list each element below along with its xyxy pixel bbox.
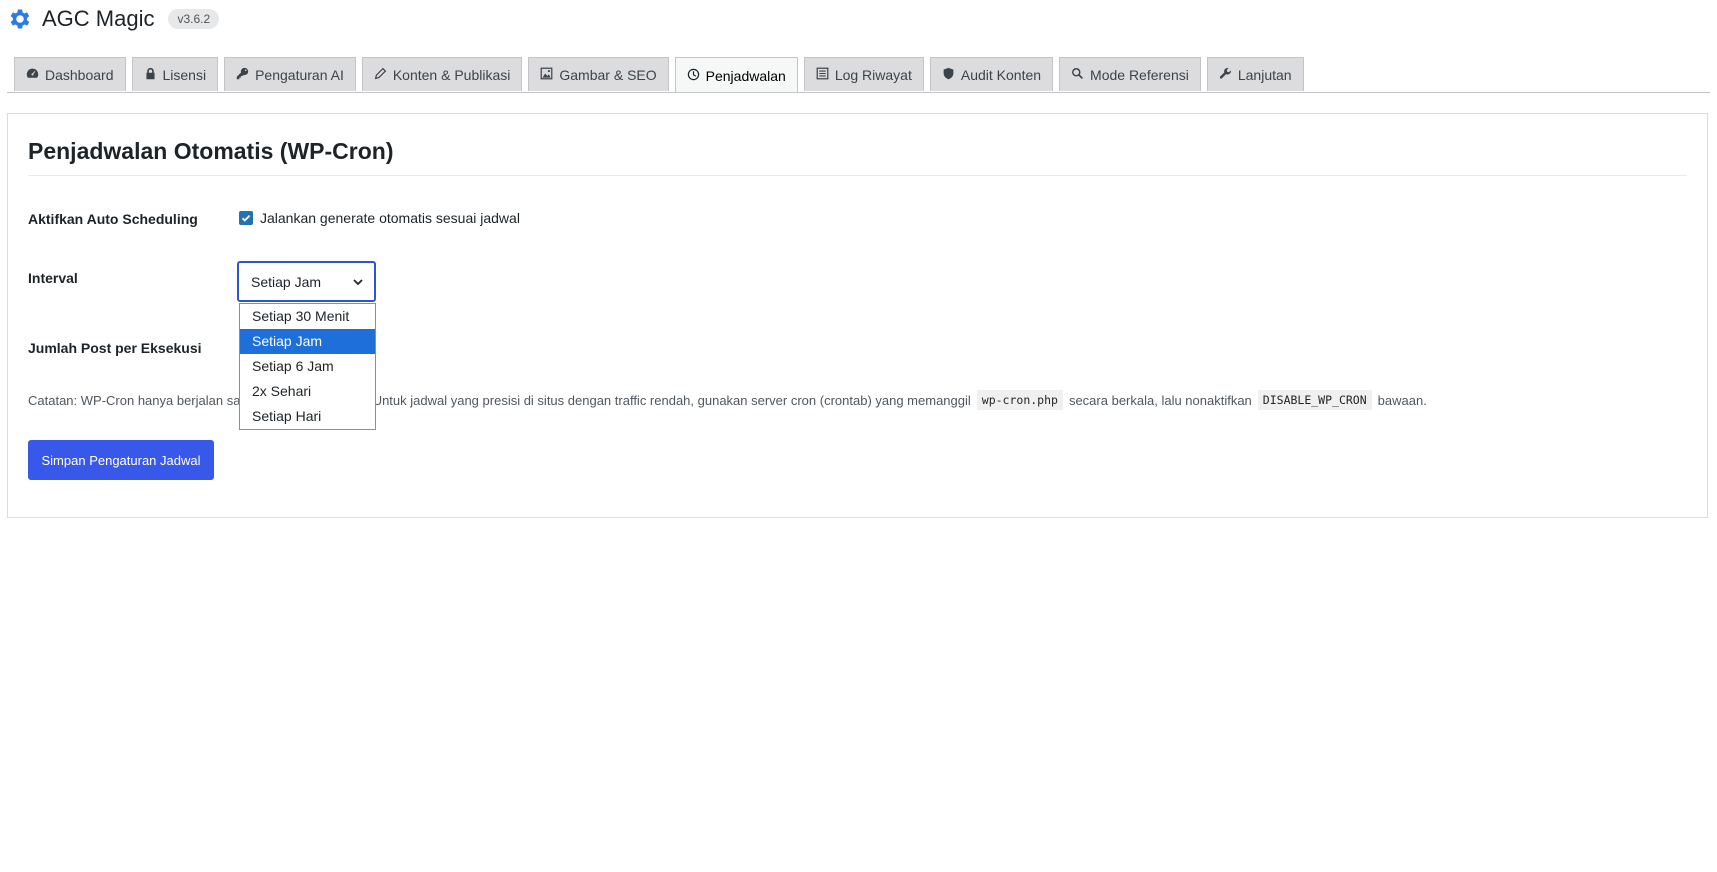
tab-audit-konten[interactable]: Audit Konten xyxy=(929,57,1054,91)
interval-option[interactable]: Setiap 6 Jam xyxy=(240,354,375,379)
tab-penjadwalan[interactable]: Penjadwalan xyxy=(674,57,798,93)
tab-log-riwayat[interactable]: Log Riwayat xyxy=(803,57,924,91)
jumlah-post-label: Jumlah Post per Eksekusi xyxy=(28,340,202,356)
interval-select[interactable]: Setiap Jam xyxy=(237,261,376,302)
tab-label: Dashboard xyxy=(45,66,114,83)
tab-label: Penjadwalan xyxy=(705,67,786,84)
interval-dropdown-list: Setiap 30 Menit Setiap Jam Setiap 6 Jam … xyxy=(239,303,376,430)
tab-bar: Dashboard Lisensi Pengaturan AI Konten &… xyxy=(14,57,1304,93)
gear-icon xyxy=(7,6,33,32)
tab-pengaturan-ai[interactable]: Pengaturan AI xyxy=(224,57,356,91)
panel-title: Penjadwalan Otomatis (WP-Cron) xyxy=(28,138,394,164)
image-icon xyxy=(540,67,553,83)
interval-option[interactable]: Setiap Jam xyxy=(240,329,375,354)
search-icon xyxy=(1071,67,1084,83)
clock-icon xyxy=(687,68,700,84)
wrench-icon xyxy=(1219,67,1232,83)
app-title: AGC Magic xyxy=(42,6,155,31)
note-text: secara berkala, lalu nonaktifkan xyxy=(1068,392,1252,408)
tab-label: Lanjutan xyxy=(1237,66,1292,83)
title-divider xyxy=(28,175,1687,176)
key-icon xyxy=(236,67,249,83)
tab-konten-publikasi[interactable]: Konten & Publikasi xyxy=(361,57,523,91)
auto-scheduling-label: Aktifkan Auto Scheduling xyxy=(28,211,198,227)
interval-selected-value: Setiap Jam xyxy=(251,273,322,290)
interval-label: Interval xyxy=(28,270,78,286)
auto-scheduling-checkbox-label[interactable]: Jalankan generate otomatis sesuai jadwal xyxy=(260,210,520,226)
interval-option[interactable]: 2x Sehari xyxy=(240,379,375,404)
tab-lanjutan[interactable]: Lanjutan xyxy=(1206,57,1304,91)
scheduling-panel: Penjadwalan Otomatis (WP-Cron) Aktifkan … xyxy=(7,113,1708,518)
save-schedule-button[interactable]: Simpan Pengaturan Jadwal xyxy=(28,440,214,480)
version-badge: v3.6.2 xyxy=(168,9,220,29)
pencil-icon xyxy=(374,67,387,83)
tab-mode-referensi[interactable]: Mode Referensi xyxy=(1059,57,1201,91)
tab-label: Gambar & SEO xyxy=(559,66,657,83)
auto-scheduling-checkbox[interactable] xyxy=(239,211,253,225)
note-text: bawaan. xyxy=(1377,392,1427,408)
dashboard-icon xyxy=(26,67,39,83)
lock-icon xyxy=(144,67,157,83)
interval-option[interactable]: Setiap Hari xyxy=(240,404,375,429)
auto-scheduling-field: Jalankan generate otomatis sesuai jadwal xyxy=(239,210,520,226)
tab-divider xyxy=(7,92,1710,93)
chevron-down-icon xyxy=(353,278,363,285)
tab-label: Konten & Publikasi xyxy=(392,66,511,83)
cron-note: Catatan: WP-Cron hanya berjalan saa Untu… xyxy=(28,390,1427,410)
tab-dashboard[interactable]: Dashboard xyxy=(14,57,126,91)
shield-icon xyxy=(942,67,955,83)
list-icon xyxy=(816,67,829,83)
check-icon xyxy=(241,214,251,222)
tab-label: Lisensi xyxy=(162,66,207,83)
tab-lisensi[interactable]: Lisensi xyxy=(131,57,219,91)
tab-label: Mode Referensi xyxy=(1090,66,1189,83)
tab-label: Audit Konten xyxy=(960,66,1042,83)
note-text: Catatan: WP-Cron hanya berjalan saa xyxy=(28,392,248,408)
tab-label: Pengaturan AI xyxy=(255,66,344,83)
note-code: wp-cron.php xyxy=(976,390,1063,410)
tab-label: Log Riwayat xyxy=(834,66,912,83)
app-header: AGC Magic v3.6.2 xyxy=(7,5,220,33)
tab-gambar-seo[interactable]: Gambar & SEO xyxy=(528,57,669,91)
note-code: DISABLE_WP_CRON xyxy=(1257,390,1372,410)
interval-option[interactable]: Setiap 30 Menit xyxy=(240,304,375,329)
note-text: Untuk jadwal yang presisi di situs denga… xyxy=(372,392,971,408)
